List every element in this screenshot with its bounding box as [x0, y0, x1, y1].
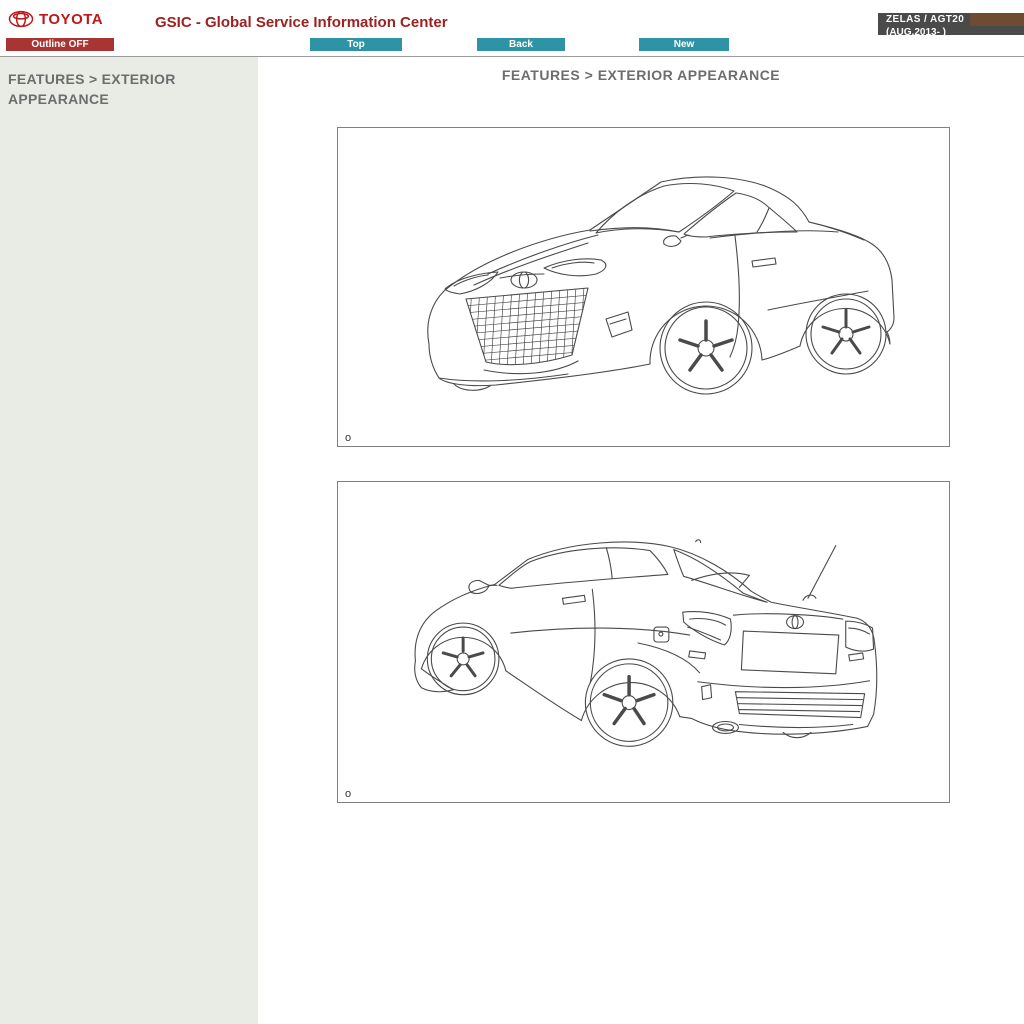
gsic-page: TOYOTA GSIC - Global Service Information… [0, 0, 1024, 1024]
page-title: FEATURES > EXTERIOR APPEARANCE [258, 67, 1024, 83]
app-title: GSIC - Global Service Information Center [155, 14, 448, 31]
toyota-brand: TOYOTA [8, 10, 103, 28]
main-panel: FEATURES > EXTERIOR APPEARANCE [258, 57, 1024, 1024]
back-button[interactable]: Back [477, 38, 565, 51]
figure-caption: o [345, 432, 351, 444]
model-box-brown-strip [970, 13, 1024, 26]
new-button[interactable]: New [639, 38, 729, 51]
top-header: TOYOTA GSIC - Global Service Information… [0, 0, 1024, 36]
figure-caption: o [345, 788, 351, 800]
content-area: FEATURES > EXTERIOR APPEARANCE FEATURES … [0, 57, 1024, 1024]
figure-rear-three-quarter: o [337, 481, 950, 803]
outline-toggle-button[interactable]: Outline OFF [6, 38, 114, 51]
figure-front-three-quarter: o [337, 127, 950, 447]
sidebar: FEATURES > EXTERIOR APPEARANCE [0, 57, 258, 1024]
vehicle-model-code: ZELAS / AGT20 [878, 13, 970, 26]
car-front-illustration [338, 128, 949, 446]
sidebar-breadcrumb: FEATURES > EXTERIOR APPEARANCE [8, 69, 228, 110]
toolbar: Outline OFF Top Back New [0, 36, 1024, 57]
car-rear-illustration [338, 482, 949, 802]
toyota-logo-icon [8, 10, 34, 28]
toyota-wordmark: TOYOTA [39, 11, 103, 28]
vehicle-model-sub: (AUG.2013- ) [878, 26, 1024, 35]
top-button[interactable]: Top [310, 38, 402, 51]
vehicle-model-box: ZELAS / AGT20 (AUG.2013- ) [878, 13, 1024, 35]
